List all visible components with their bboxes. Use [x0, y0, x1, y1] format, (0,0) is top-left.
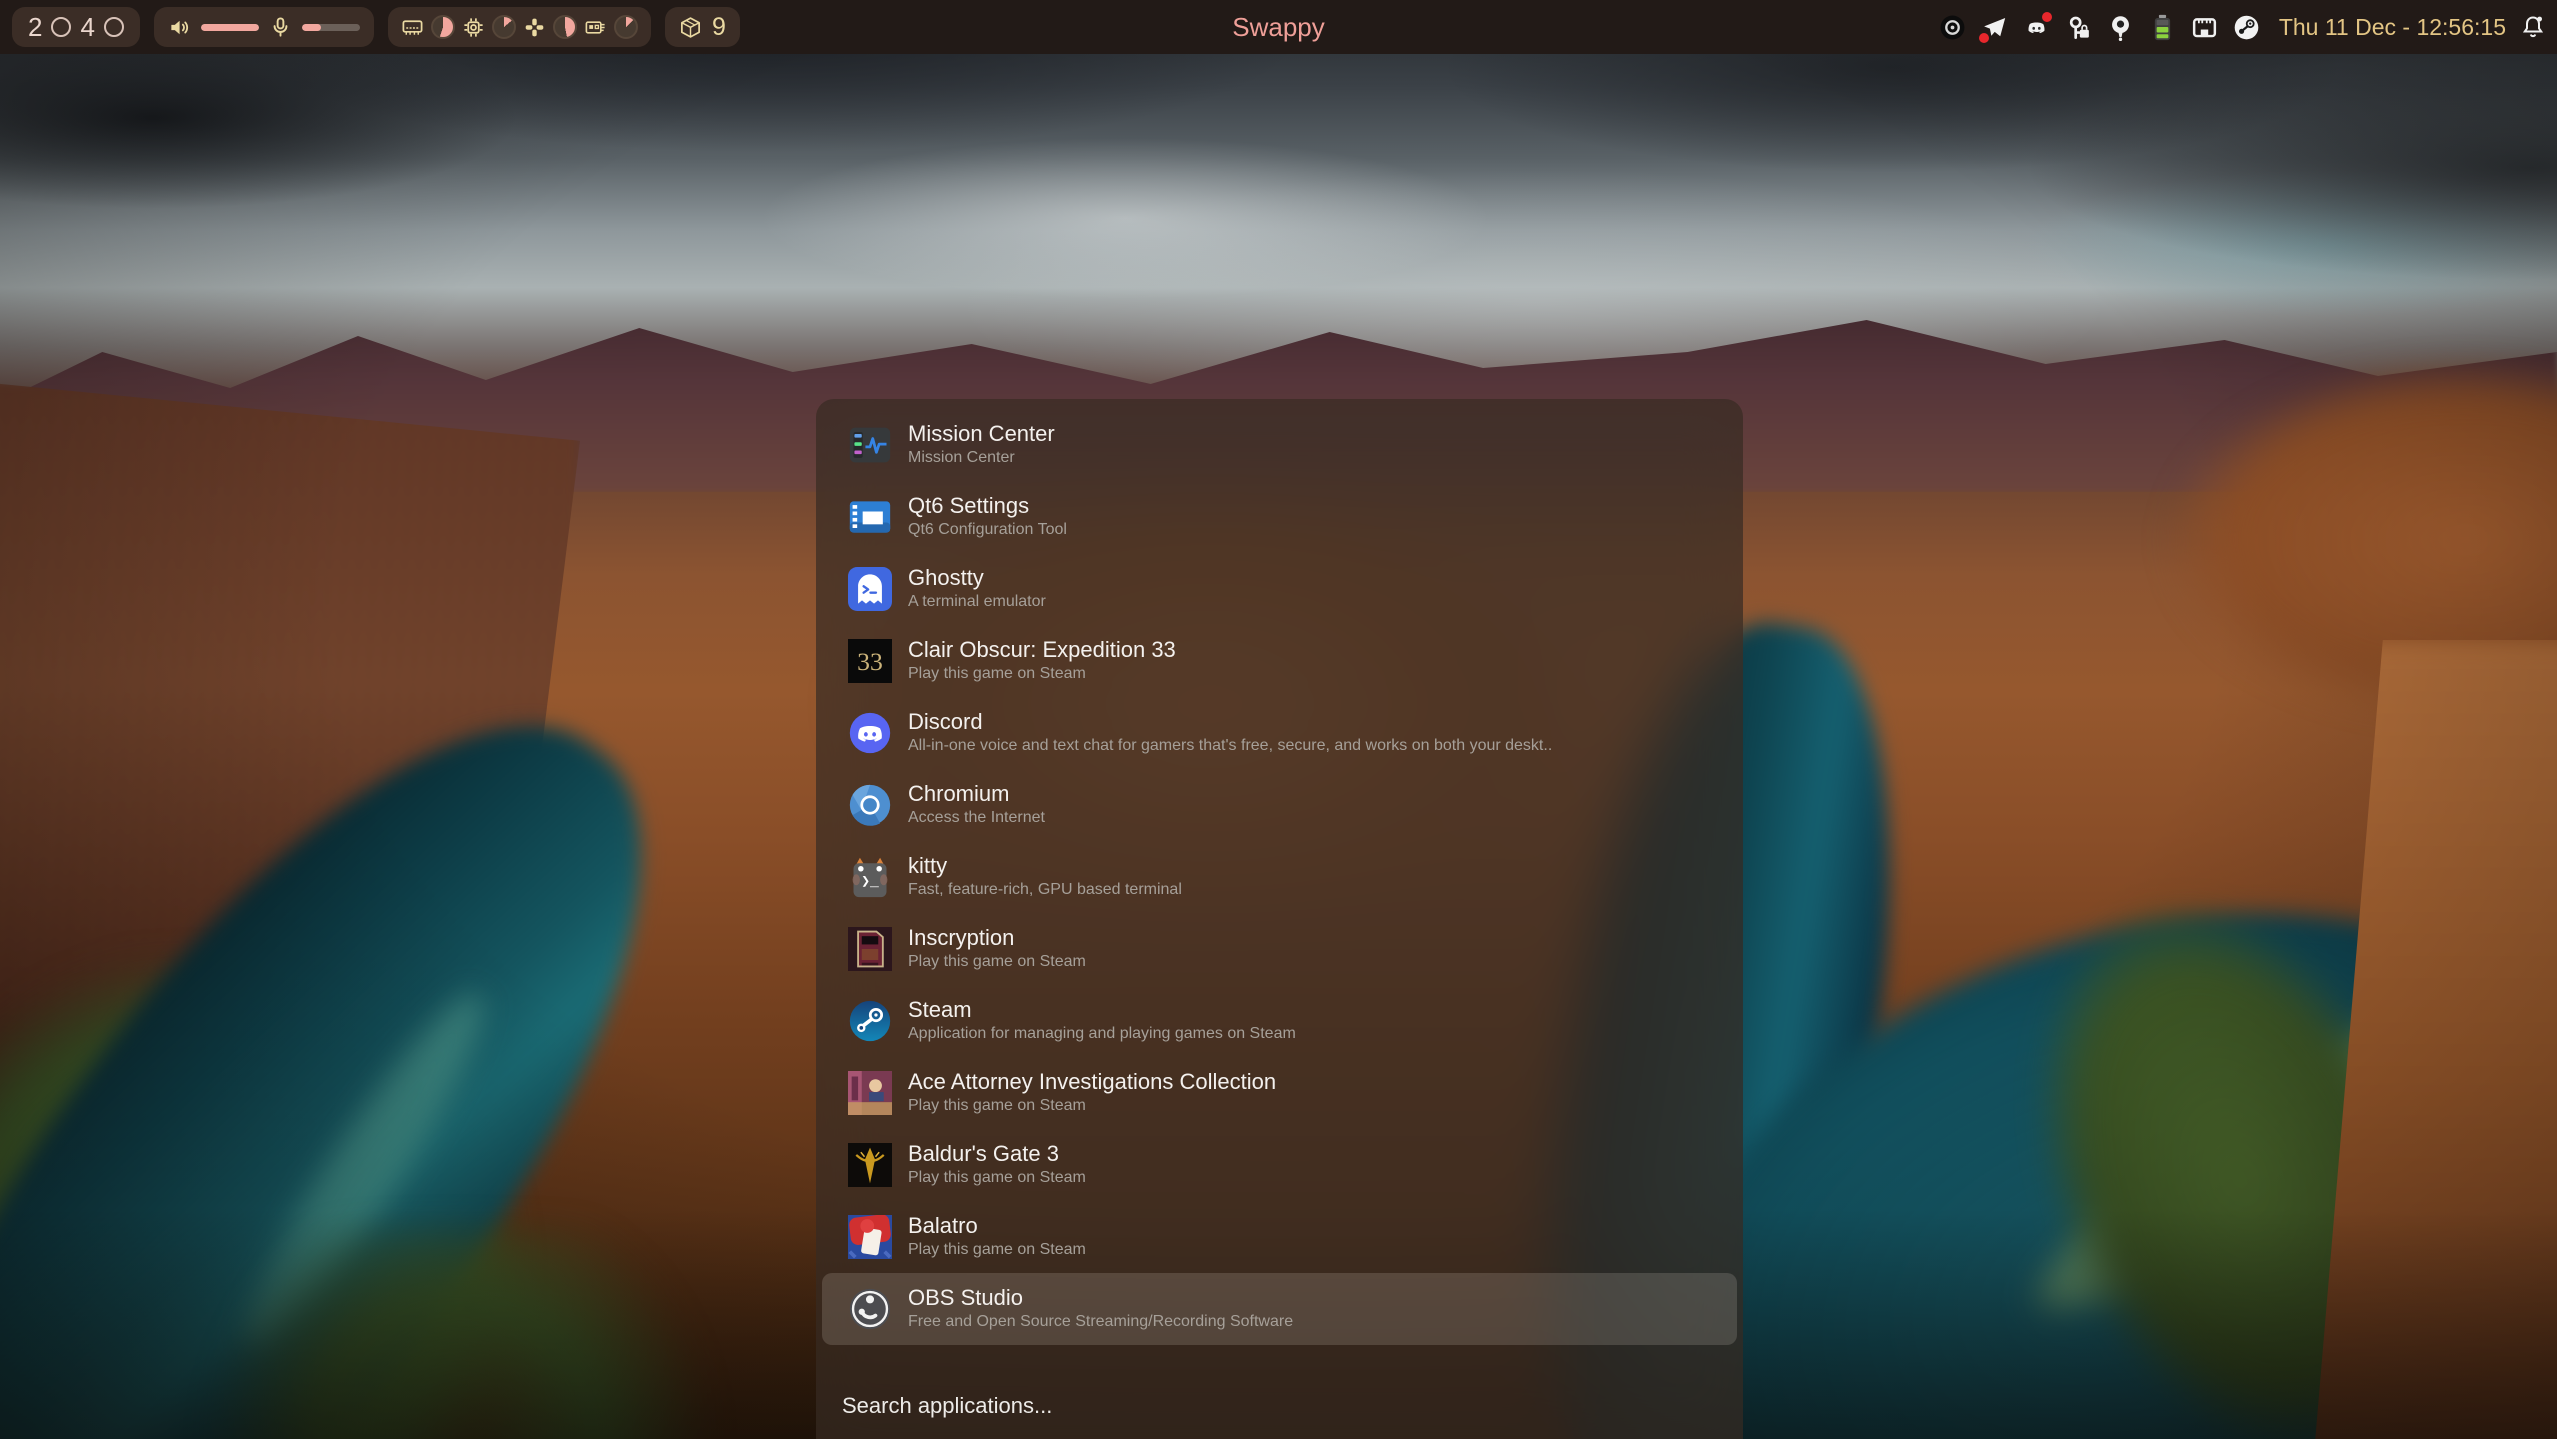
mic-slider[interactable] [302, 24, 360, 31]
app-title: Chromium [908, 781, 1045, 806]
app-description: Play this game on Steam [908, 1096, 1276, 1117]
app-description: Fast, feature-rich, GPU based terminal [908, 880, 1182, 901]
keyhole-tray-icon[interactable] [2107, 14, 2134, 41]
gamepad-icon [523, 16, 546, 39]
app-title: Discord [908, 709, 1552, 734]
inscryption-icon [848, 927, 892, 971]
app-description: Play this game on Steam [908, 952, 1086, 973]
focused-window-title: Swappy [1232, 0, 1325, 54]
notification-bell-icon[interactable] [2521, 15, 2545, 39]
workspace-indicator[interactable]: 24 [12, 7, 140, 47]
keepassxc-tray-icon[interactable] [2065, 14, 2092, 41]
steam-tray-tray-icon[interactable] [2233, 14, 2260, 41]
app-row-obs[interactable]: OBS Studio Free and Open Source Streamin… [822, 1273, 1737, 1345]
app-title: Qt6 Settings [908, 493, 1067, 518]
cpu-usage-pie [492, 15, 516, 39]
balatro-icon [848, 1215, 892, 1259]
app-title: Ghostty [908, 565, 1046, 590]
app-row-discord[interactable]: Discord All-in-one voice and text chat f… [822, 697, 1737, 769]
package-icon [679, 16, 702, 39]
workspace-empty-dot[interactable] [104, 17, 124, 37]
discord-icon [848, 711, 892, 755]
desktop: 24 9 Swappy Thu 11 Dec - 12:56:15 Mis [0, 0, 2557, 1439]
app-title: OBS Studio [908, 1285, 1293, 1310]
app-description: Play this game on Steam [908, 1168, 1086, 1189]
kitty-icon: ❯_ [848, 855, 892, 899]
app-row-clair-obscur[interactable]: 33 Clair Obscur: Expedition 33 Play this… [822, 625, 1737, 697]
notification-badge [2042, 12, 2052, 22]
memory-usage-pie [431, 15, 455, 39]
volume-slider[interactable] [201, 24, 259, 31]
app-row-bg3[interactable]: Baldur's Gate 3 Play this game on Steam [822, 1129, 1737, 1201]
app-description: Application for managing and playing gam… [908, 1024, 1296, 1045]
obs-icon [848, 1287, 892, 1331]
app-row-kitty[interactable]: ❯_ kitty Fast, feature-rich, GPU based t… [822, 841, 1737, 913]
workspace-number[interactable]: 4 [80, 14, 94, 40]
app-description: Qt6 Configuration Tool [908, 520, 1067, 541]
ethernet-tray-icon[interactable] [2191, 14, 2218, 41]
telegram-tray-icon[interactable] [1981, 14, 2008, 41]
top-bar: 24 9 Swappy Thu 11 Dec - 12:56:15 [0, 0, 2557, 54]
updates-module[interactable]: 9 [665, 7, 740, 47]
app-row-qt6[interactable]: Qt6 Settings Qt6 Configuration Tool [822, 481, 1737, 553]
chromium-icon [848, 783, 892, 827]
app-title: kitty [908, 853, 1182, 878]
system-metrics-module[interactable] [388, 7, 651, 47]
app-description: Mission Center [908, 448, 1055, 469]
bg3-icon [848, 1143, 892, 1187]
app-title: Clair Obscur: Expedition 33 [908, 637, 1176, 662]
workspace-empty-dot[interactable] [51, 17, 71, 37]
updates-count: 9 [712, 15, 726, 40]
mission-center-icon [848, 423, 892, 467]
app-description: Play this game on Steam [908, 1240, 1086, 1261]
qt6-icon [848, 495, 892, 539]
notification-badge [1979, 33, 1989, 43]
memory-icon [401, 16, 424, 39]
app-row-mission-center[interactable]: Mission Center Mission Center [822, 409, 1737, 481]
app-description: Play this game on Steam [908, 664, 1176, 685]
app-row-steam[interactable]: Steam Application for managing and playi… [822, 985, 1737, 1057]
app-description: Free and Open Source Streaming/Recording… [908, 1312, 1293, 1333]
app-title: Ace Attorney Investigations Collection [908, 1069, 1276, 1094]
ghostty-icon [848, 567, 892, 611]
workspace-number[interactable]: 2 [28, 14, 42, 40]
app-row-chromium[interactable]: Chromium Access the Internet [822, 769, 1737, 841]
app-launcher-panel: Mission Center Mission Center Qt6 Settin… [816, 399, 1743, 1439]
app-row-balatro[interactable]: Balatro Play this game on Steam [822, 1201, 1737, 1273]
app-list: Mission Center Mission Center Qt6 Settin… [816, 399, 1743, 1345]
app-description: A terminal emulator [908, 592, 1046, 613]
cpu-icon [462, 16, 485, 39]
app-title: Baldur's Gate 3 [908, 1141, 1086, 1166]
gpu-icon [584, 16, 607, 39]
steam-icon [848, 999, 892, 1043]
svg-text:33: 33 [857, 647, 883, 676]
steelseries-tray-icon[interactable] [1939, 14, 1966, 41]
svg-text:❯_: ❯_ [861, 874, 879, 890]
app-row-ace-attorney[interactable]: Ace Attorney Investigations Collection P… [822, 1057, 1737, 1129]
app-title: Steam [908, 997, 1296, 1022]
gamepad-usage-pie [553, 15, 577, 39]
app-row-inscryption[interactable]: Inscryption Play this game on Steam [822, 913, 1737, 985]
app-row-ghostty[interactable]: Ghostty A terminal emulator [822, 553, 1737, 625]
search-input[interactable]: Search applications... [842, 1393, 1052, 1419]
app-description: All-in-one voice and text chat for gamer… [908, 736, 1552, 757]
battery-tray-icon[interactable] [2149, 14, 2176, 41]
microphone-icon [269, 16, 292, 39]
gpu-usage-pie [614, 15, 638, 39]
audio-module[interactable] [154, 7, 374, 47]
ace-attorney-icon [848, 1071, 892, 1115]
clair-obscur-icon: 33 [848, 639, 892, 683]
discord-tray-icon[interactable] [2023, 14, 2050, 41]
app-title: Mission Center [908, 421, 1055, 446]
app-title: Inscryption [908, 925, 1086, 950]
app-title: Balatro [908, 1213, 1086, 1238]
app-description: Access the Internet [908, 808, 1045, 829]
speaker-icon [168, 16, 191, 39]
clock[interactable]: Thu 11 Dec - 12:56:15 [2279, 14, 2506, 41]
